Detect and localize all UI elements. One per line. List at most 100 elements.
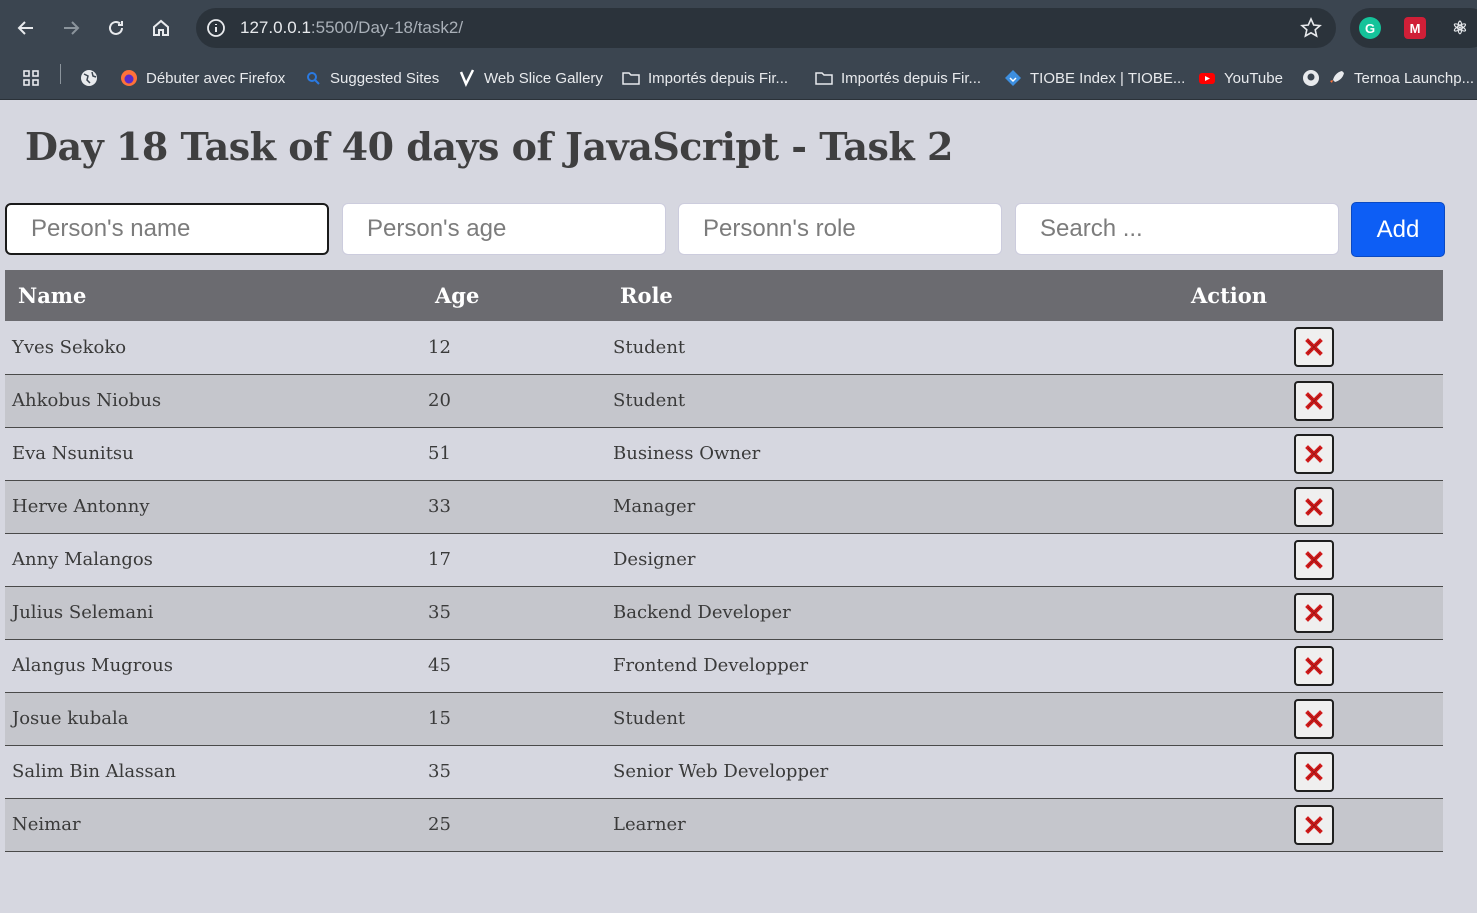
delete-button[interactable] xyxy=(1294,751,1334,792)
reload-button[interactable] xyxy=(100,12,132,44)
cell-age: 25 xyxy=(428,814,451,835)
arrow-left-icon xyxy=(17,21,33,35)
delete-button[interactable] xyxy=(1294,804,1334,845)
cell-role: Learner xyxy=(613,814,686,835)
cell-name: Julius Selemani xyxy=(12,602,154,623)
home-button[interactable] xyxy=(145,12,177,44)
close-icon xyxy=(1305,762,1323,781)
bookmark-2[interactable]: Web Slice Gallery xyxy=(458,65,603,91)
cell-action xyxy=(1178,639,1443,692)
close-icon xyxy=(1305,338,1323,357)
back-button[interactable] xyxy=(10,12,42,44)
header-row: Name Age Role Action xyxy=(5,270,1443,321)
firefox-icon xyxy=(120,69,138,87)
cell-age: 15 xyxy=(428,708,451,729)
bookmarks-bar: Débuter avec Firefox Suggested Sites Web… xyxy=(0,56,1477,100)
grammarly-icon[interactable]: G xyxy=(1359,17,1381,39)
close-icon xyxy=(1305,709,1323,728)
arrow-right-icon xyxy=(64,21,80,35)
reload-icon xyxy=(109,20,123,35)
cell-name: Ahkobus Niobus xyxy=(12,390,162,411)
cell-role: Frontend Developper xyxy=(613,655,809,676)
cell-role: Backend Developer xyxy=(613,602,791,623)
delete-button[interactable] xyxy=(1294,327,1334,368)
delete-button[interactable] xyxy=(1294,486,1334,527)
header-name: Name xyxy=(18,283,87,308)
close-icon xyxy=(1305,815,1323,834)
delete-button[interactable] xyxy=(1294,698,1334,739)
people-table: Name Age Role Action Yves Sekoko 12 Studen… xyxy=(5,270,1443,852)
bookmark-1[interactable]: Suggested Sites xyxy=(304,65,439,91)
folder-icon xyxy=(622,69,640,87)
bookmark-0[interactable]: Débuter avec Firefox xyxy=(120,65,285,91)
globe-bookmark[interactable] xyxy=(80,65,98,91)
table-row: Josue kubala 15 Student xyxy=(5,692,1443,745)
bookmark-3[interactable]: Importés depuis Fir... xyxy=(622,65,788,91)
cell-action xyxy=(1178,374,1443,427)
table-row: Julius Selemani 35 Backend Developer xyxy=(5,586,1443,639)
close-icon xyxy=(1305,444,1323,463)
suggested-sites-icon xyxy=(304,69,322,87)
address-bar[interactable]: 127.0.0.1:5500/Day-18/task2/ xyxy=(196,8,1336,48)
close-icon xyxy=(1305,497,1323,516)
bookmark-4[interactable]: Importés depuis Fir... xyxy=(815,65,981,91)
bookmark-label: Débuter avec Firefox xyxy=(146,69,286,87)
delete-button[interactable] xyxy=(1294,592,1334,633)
table-row: Neimar 25 Learner xyxy=(5,798,1443,851)
person-role-input[interactable] xyxy=(678,203,1002,255)
cell-action xyxy=(1178,480,1443,533)
table-body: Yves Sekoko 12 Student Ahkobus Niobus 20 Stud… xyxy=(5,321,1443,851)
table-row: Salim Bin Alassan 35 Senior Web Developper xyxy=(5,745,1443,798)
cell-name: Neimar xyxy=(12,814,81,835)
bookmark-star-icon[interactable] xyxy=(1300,17,1322,39)
add-button[interactable]: Add xyxy=(1351,202,1445,257)
delete-button[interactable] xyxy=(1294,380,1334,421)
cell-name: Yves Sekoko xyxy=(12,336,127,358)
forward-button[interactable] xyxy=(55,12,87,44)
bookmark-6[interactable]: YouTube xyxy=(1198,65,1283,91)
person-name-input[interactable] xyxy=(5,203,329,255)
close-icon xyxy=(1305,550,1323,569)
url-text[interactable]: 127.0.0.1:5500/Day-18/task2/ xyxy=(240,18,463,38)
home-icon xyxy=(153,19,169,36)
page-title: Day 18 Task of 40 days of JavaScript - T… xyxy=(25,124,953,169)
bookmark-label: Importés depuis Fir... xyxy=(841,69,982,87)
extensions-group: G M ⚛ xyxy=(1350,8,1477,48)
globe-icon xyxy=(81,70,97,86)
github-icon xyxy=(1302,69,1320,87)
person-age-input[interactable] xyxy=(342,203,666,255)
bookmark-label: TIOBE Index | TIOBE... xyxy=(1030,69,1186,87)
cell-role: Student xyxy=(613,336,686,358)
apps-button[interactable] xyxy=(22,65,40,91)
bookmarks-divider xyxy=(60,64,61,84)
url-host: 127.0.0.1 xyxy=(240,18,311,37)
close-icon xyxy=(1305,656,1323,675)
table-row: Alangus Mugrous 45 Frontend Developper xyxy=(5,639,1443,692)
delete-button[interactable] xyxy=(1294,645,1334,686)
cell-role: Business Owner xyxy=(613,443,761,464)
search-input[interactable] xyxy=(1015,203,1339,255)
table-row: Eva Nsunitsu 51 Business Owner xyxy=(5,427,1443,480)
folder-icon xyxy=(815,69,833,87)
table-row: Anny Malangos 17 Designer xyxy=(5,533,1443,586)
url-path: :5500/Day-18/task2/ xyxy=(310,18,464,37)
mendeley-icon[interactable]: M xyxy=(1404,17,1426,39)
info-icon[interactable] xyxy=(206,18,226,38)
cell-age: 35 xyxy=(428,602,451,623)
youtube-icon xyxy=(1198,69,1216,87)
cell-action xyxy=(1178,427,1443,480)
delete-button[interactable] xyxy=(1294,433,1334,474)
header-action: Action xyxy=(1191,283,1268,308)
rocket-icon xyxy=(1328,69,1346,87)
close-icon xyxy=(1305,391,1323,410)
react-devtools-icon[interactable]: ⚛ xyxy=(1449,17,1471,39)
bookmark-5[interactable]: TIOBE Index | TIOBE... xyxy=(1004,65,1185,91)
cell-name: Salim Bin Alassan xyxy=(12,761,176,782)
cell-age: 17 xyxy=(428,549,451,570)
cell-name: Alangus Mugrous xyxy=(12,655,173,676)
cell-age: 45 xyxy=(428,655,451,676)
bookmark-7[interactable]: Ternoa Launchp... xyxy=(1302,65,1474,91)
cell-action xyxy=(1178,745,1443,798)
delete-button[interactable] xyxy=(1294,539,1334,580)
header-role: Role xyxy=(620,283,673,308)
